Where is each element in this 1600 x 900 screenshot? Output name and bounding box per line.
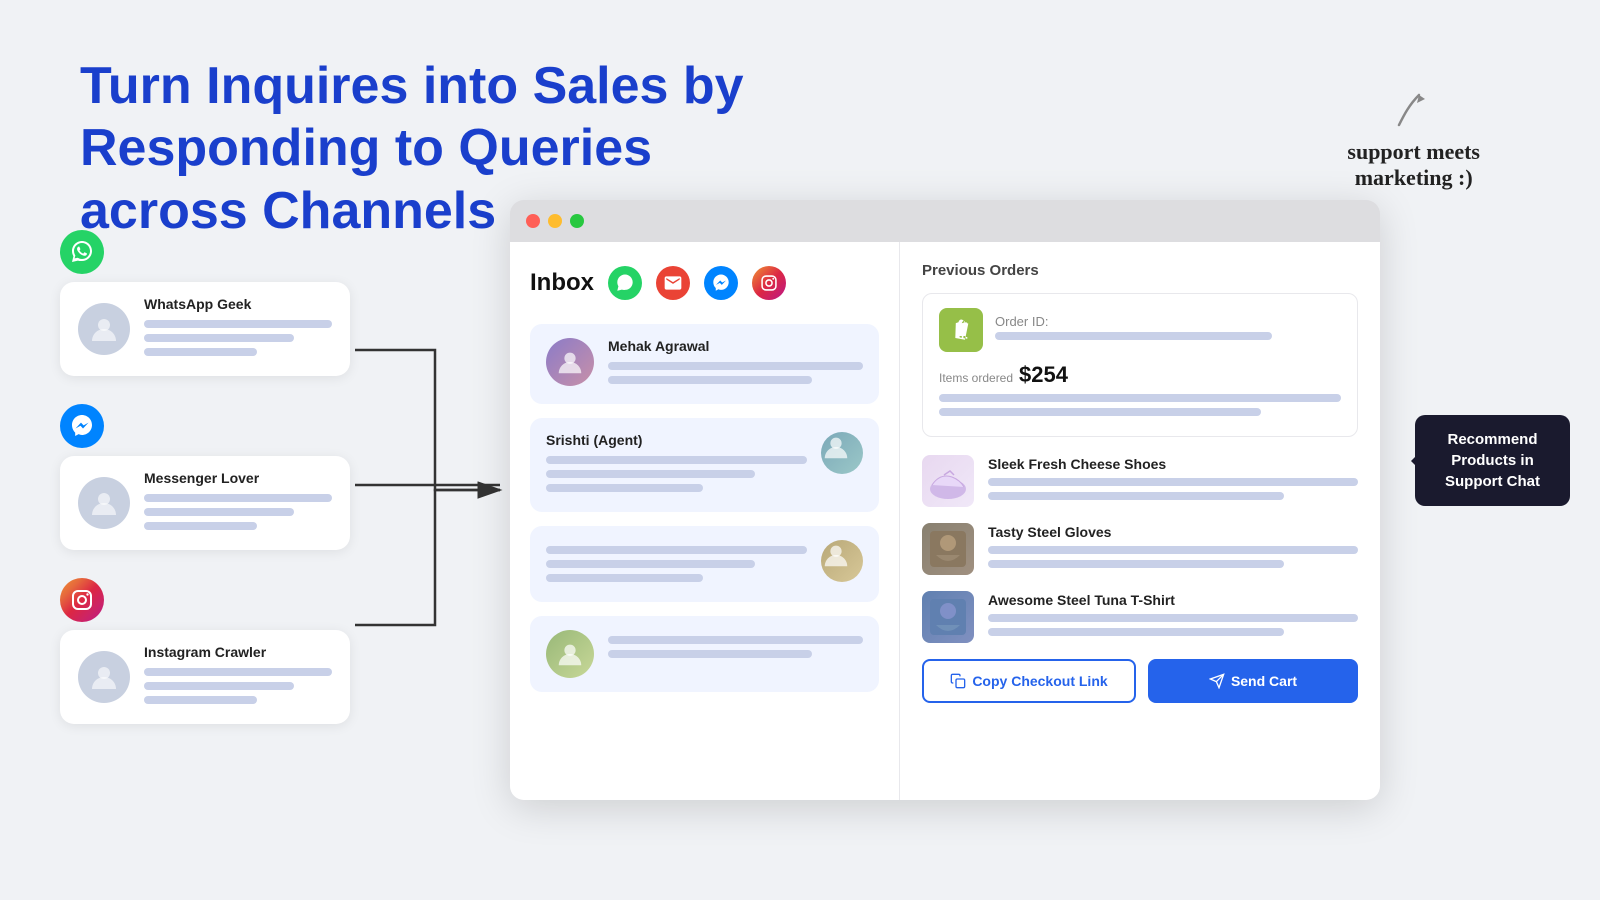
tooltip-text: Recommend Products in Support Chat [1445, 431, 1540, 490]
previous-orders-title: Previous Orders [922, 262, 1358, 279]
conversation-anon2[interactable] [530, 616, 879, 692]
instagram-channel-icon [60, 578, 104, 622]
order-amount-row: Items ordered $254 [939, 362, 1341, 388]
conv-avatar-srishti [821, 432, 863, 474]
copy-checkout-label: Copy Checkout Link [972, 673, 1107, 689]
whatsapp-card-info: WhatsApp Geek [144, 296, 332, 362]
badge-line2: marketing :) [1355, 165, 1473, 191]
product-shoes-img [922, 455, 974, 507]
order-card: Order ID: Items ordered $254 [922, 293, 1358, 437]
browser-content: Inbox [510, 242, 1380, 800]
inbox-messenger-icon[interactable] [704, 266, 738, 300]
conversation-srishti[interactable]: Srishti (Agent) [530, 418, 879, 512]
send-cart-button[interactable]: Send Cart [1148, 659, 1358, 703]
flow-arrows [355, 290, 520, 690]
browser-titlebar [510, 200, 1380, 242]
instagram-card-info: Instagram Crawler [144, 644, 332, 710]
messenger-card-info: Messenger Lover [144, 470, 332, 536]
messenger-avatar [78, 477, 130, 529]
product-shoes-info: Sleek Fresh Cheese Shoes [988, 456, 1358, 506]
conv-info-anon1 [546, 540, 807, 588]
product-tshirt-img [922, 591, 974, 643]
support-badge: support meets marketing :) [1347, 85, 1480, 191]
whatsapp-avatar [78, 303, 130, 355]
inbox-panel: Inbox [510, 242, 900, 800]
conv-name-mehak: Mehak Agrawal [608, 338, 863, 354]
recommend-products-tooltip: Recommend Products in Support Chat [1415, 415, 1570, 506]
instagram-avatar [78, 651, 130, 703]
browser-dot-close[interactable] [526, 214, 540, 228]
product-gloves-img [922, 523, 974, 575]
messenger-card: Messenger Lover [60, 456, 350, 550]
order-amount: $254 [1019, 362, 1068, 388]
conversation-anon1[interactable] [530, 526, 879, 602]
inbox-email-icon[interactable] [656, 266, 690, 300]
send-cart-label: Send Cart [1231, 673, 1297, 689]
product-tshirt: Awesome Steel Tuna T-Shirt [922, 591, 1358, 643]
order-row: Order ID: [939, 308, 1341, 352]
channels-left: WhatsApp Geek Messenger Lover [60, 230, 350, 724]
copy-checkout-button[interactable]: Copy Checkout Link [922, 659, 1136, 703]
right-panel: Previous Orders Order ID: [900, 242, 1380, 800]
shopify-icon [939, 308, 983, 352]
conv-info-anon2 [608, 630, 863, 664]
browser-dot-minimize[interactable] [548, 214, 562, 228]
inbox-header: Inbox [530, 266, 879, 300]
badge-line1: support meets [1347, 139, 1480, 165]
product-shoes: Sleek Fresh Cheese Shoes [922, 455, 1358, 507]
action-buttons: Copy Checkout Link Send Cart [922, 659, 1358, 703]
messenger-channel-icon [60, 404, 104, 448]
whatsapp-card: WhatsApp Geek [60, 282, 350, 376]
product-shoes-name: Sleek Fresh Cheese Shoes [988, 456, 1358, 472]
inbox-whatsapp-icon[interactable] [608, 266, 642, 300]
instagram-user-name: Instagram Crawler [144, 644, 332, 660]
order-items-label: Items ordered [939, 371, 1013, 385]
conv-avatar-mehak [546, 338, 594, 386]
conv-name-srishti: Srishti (Agent) [546, 432, 807, 448]
whatsapp-user-name: WhatsApp Geek [144, 296, 332, 312]
product-tshirt-info: Awesome Steel Tuna T-Shirt [988, 592, 1358, 642]
conv-avatar-anon1 [821, 540, 863, 582]
product-gloves: Tasty Steel Gloves [922, 523, 1358, 575]
browser-window: Inbox [510, 200, 1380, 800]
product-gloves-info: Tasty Steel Gloves [988, 524, 1358, 574]
inbox-instagram-icon[interactable] [752, 266, 786, 300]
inbox-title: Inbox [530, 269, 594, 297]
conversation-mehak[interactable]: Mehak Agrawal [530, 324, 879, 404]
hero-highlighted: Turn Inquires into Sales [80, 57, 668, 115]
order-id-label: Order ID: [995, 314, 1341, 329]
order-details: Order ID: [995, 314, 1341, 346]
messenger-user-name: Messenger Lover [144, 470, 332, 486]
instagram-card: Instagram Crawler [60, 630, 350, 724]
product-tshirt-name: Awesome Steel Tuna T-Shirt [988, 592, 1358, 608]
conv-info-mehak: Mehak Agrawal [608, 338, 863, 390]
conv-info-srishti: Srishti (Agent) [546, 432, 807, 498]
browser-dot-maximize[interactable] [570, 214, 584, 228]
whatsapp-channel-icon [60, 230, 104, 274]
product-gloves-name: Tasty Steel Gloves [988, 524, 1358, 540]
conv-avatar-anon2 [546, 630, 594, 678]
